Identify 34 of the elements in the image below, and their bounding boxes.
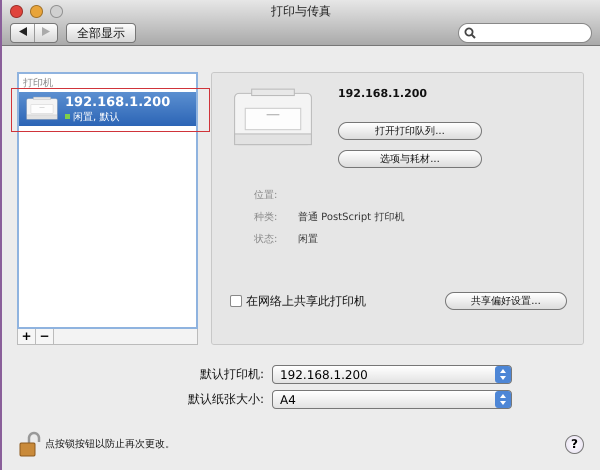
printer-name: 192.168.1.200 (65, 94, 170, 110)
sharing-preferences-button[interactable]: 共享偏好设置... (445, 292, 567, 310)
search-icon (464, 27, 476, 39)
info-label: 种类: (254, 210, 278, 224)
right-triangle-icon (42, 27, 50, 36)
info-label: 位置: (254, 188, 278, 202)
left-triangle-icon (18, 27, 26, 36)
close-button[interactable] (10, 4, 23, 18)
printer-icon (25, 96, 59, 122)
popup-menu[interactable]: A4 (272, 390, 512, 409)
window-title: 打印与传真 (271, 2, 331, 20)
stepper-icon (495, 366, 511, 383)
list-header: 打印机 (22, 76, 54, 91)
open-queue-button[interactable]: 打开打印队列... (338, 122, 482, 140)
printer-status: 闲置, 默认 (73, 110, 120, 124)
default-label: 默认纸张大小: (186, 391, 264, 408)
show-all-button[interactable]: 全部显示 (66, 23, 136, 43)
printer-title: 192.168.1.200 (338, 87, 428, 100)
help-button[interactable]: ? (565, 434, 584, 454)
options-supplies-button[interactable]: 选项与耗材... (338, 150, 482, 168)
minimize-button[interactable] (30, 4, 43, 18)
share-label: 在网络上共享此打印机 (246, 292, 366, 310)
printer-list-item[interactable]: 192.168.1.200 闲置, 默认 (19, 92, 196, 126)
open-padlock-icon[interactable] (19, 431, 41, 457)
default-label: 默认打印机: (198, 366, 264, 383)
share-checkbox[interactable] (230, 295, 242, 307)
lock-hint: 点按锁按钮以防止再次更改。 (45, 438, 175, 451)
info-value: 普通 PostScript 打印机 (298, 210, 406, 224)
popup-menu[interactable]: 192.168.1.200 (272, 365, 512, 384)
info-label: 状态: (254, 232, 278, 246)
info-value: 闲置 (298, 232, 319, 246)
search-field[interactable] (458, 23, 592, 43)
stepper-icon (495, 391, 511, 408)
zoom-button[interactable] (50, 4, 63, 18)
